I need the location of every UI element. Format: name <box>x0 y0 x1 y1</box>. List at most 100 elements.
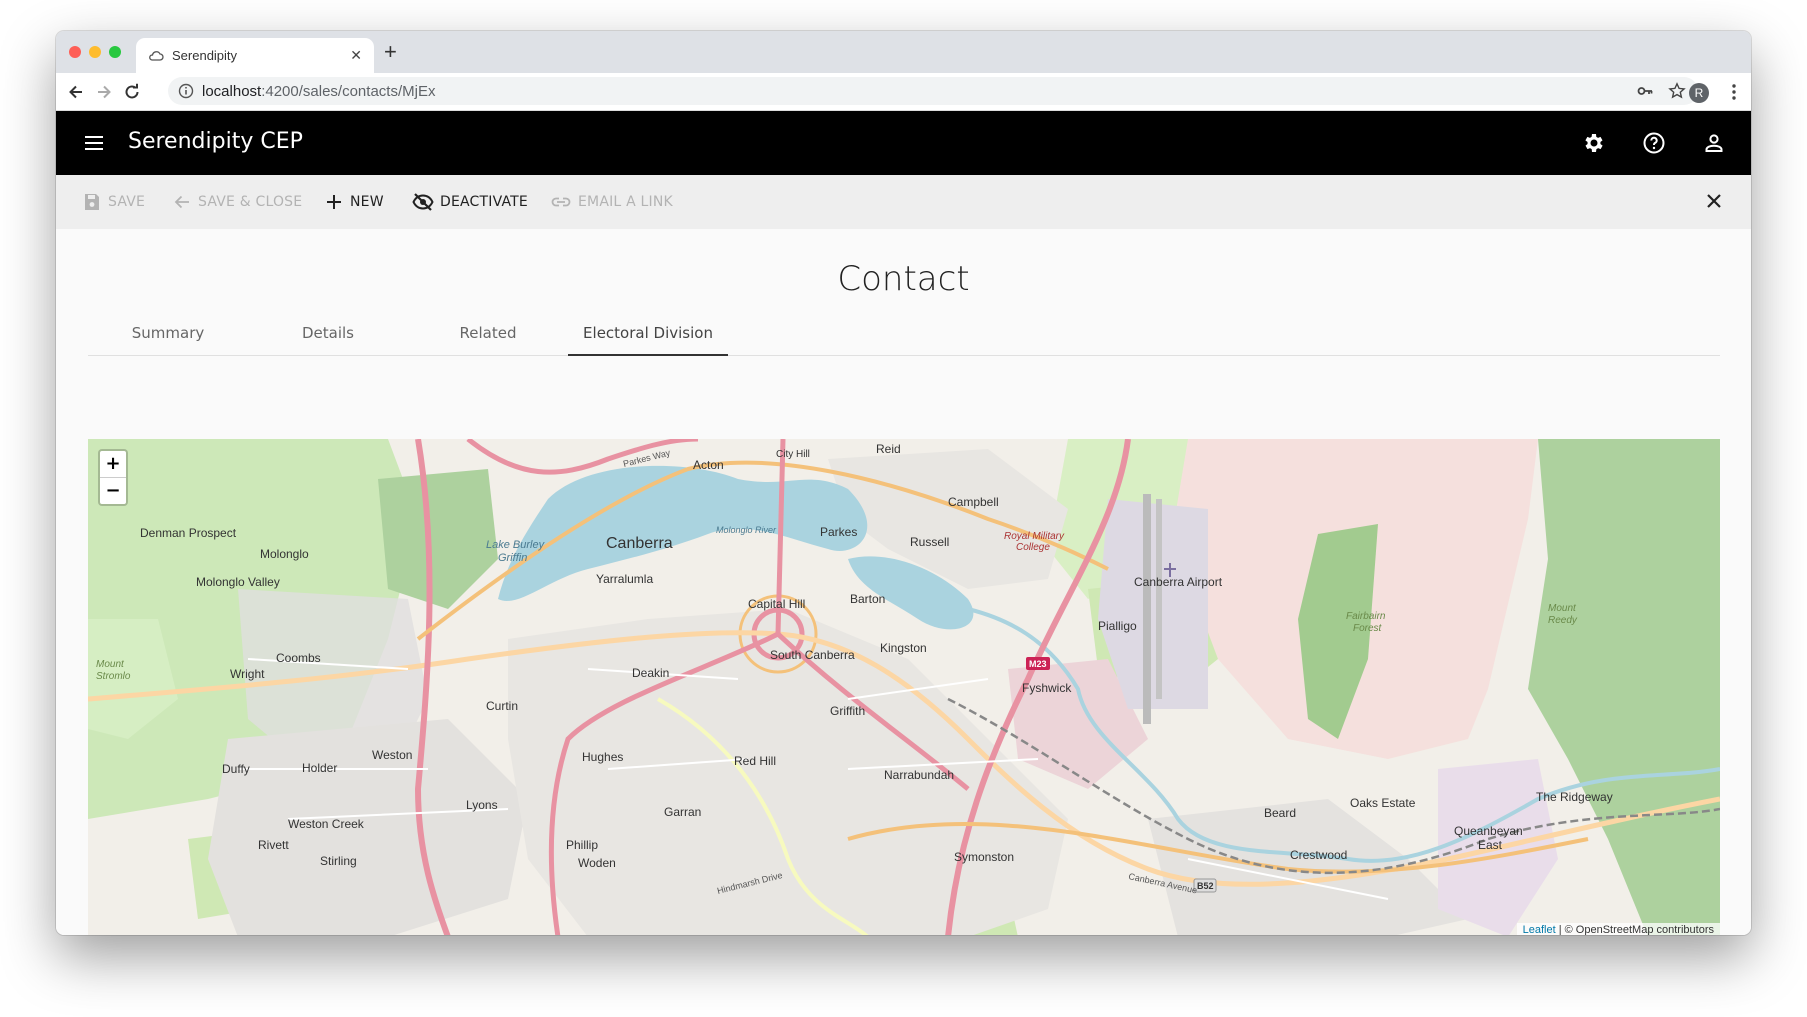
back-icon[interactable] <box>64 80 88 104</box>
svg-text:Russell: Russell <box>910 535 949 549</box>
svg-text:Reid: Reid <box>876 442 901 456</box>
app-title: Serendipity CEP <box>128 129 303 154</box>
minimize-window-button[interactable] <box>89 46 101 58</box>
leaflet-link[interactable]: Leaflet <box>1523 924 1556 935</box>
svg-text:Rivett: Rivett <box>258 838 289 852</box>
svg-text:Molonglo Valley: Molonglo Valley <box>196 575 280 589</box>
browser-window: Serendipity ✕ + localhost:4200/sales/con… <box>56 31 1751 935</box>
svg-text:The Ridgeway: The Ridgeway <box>1536 790 1613 804</box>
address-bar[interactable]: localhost:4200/sales/contacts/MjEx <box>168 77 1698 105</box>
svg-text:Garran: Garran <box>664 805 701 819</box>
svg-text:Symonston: Symonston <box>954 850 1014 864</box>
svg-text:Campbell: Campbell <box>948 495 999 509</box>
link-icon <box>551 197 571 207</box>
svg-text:Hindmarsh Drive: Hindmarsh Drive <box>716 870 783 896</box>
contact-tabs: Summary Details Related Electoral Divisi… <box>88 311 1720 356</box>
bookmark-star-icon[interactable] <box>1668 82 1686 100</box>
cloud-icon <box>148 48 164 64</box>
plus-icon <box>327 195 341 209</box>
tab-close-icon[interactable]: ✕ <box>350 47 362 64</box>
contact-form: Contact Summary Details Related Electora… <box>56 229 1751 935</box>
close-window-button[interactable] <box>69 46 81 58</box>
profile-avatar[interactable]: R <box>1689 83 1709 103</box>
new-label: NEW <box>350 194 384 210</box>
svg-text:Acton: Acton <box>693 458 724 472</box>
new-button[interactable]: NEW <box>324 190 384 214</box>
svg-text:Duffy: Duffy <box>222 762 250 776</box>
svg-text:Yarralumla: Yarralumla <box>596 572 653 586</box>
visibility-off-icon <box>412 193 434 211</box>
help-icon[interactable] <box>1642 131 1666 155</box>
zoom-out-button[interactable]: − <box>100 477 126 504</box>
svg-text:Parkes Way: Parkes Way <box>622 447 672 468</box>
arrow-left-icon <box>174 195 189 209</box>
tab-summary[interactable]: Summary <box>88 311 248 355</box>
svg-text:Parkes: Parkes <box>820 525 857 539</box>
electoral-division-map[interactable]: Reid Acton City Hill Campbell Canberra P… <box>88 439 1720 935</box>
deactivate-label: DEACTIVATE <box>440 194 528 210</box>
svg-text:Lyons: Lyons <box>466 798 498 812</box>
browser-tab[interactable]: Serendipity ✕ <box>136 38 374 73</box>
svg-text:Forest: Forest <box>1353 623 1383 634</box>
svg-text:East: East <box>1478 838 1503 852</box>
svg-text:South Canberra: South Canberra <box>770 648 855 662</box>
svg-text:Lake Burley: Lake Burley <box>486 539 546 551</box>
svg-text:Coombs: Coombs <box>276 651 321 665</box>
svg-text:Barton: Barton <box>850 592 885 606</box>
settings-icon[interactable] <box>1582 131 1606 155</box>
svg-text:Hughes: Hughes <box>582 750 623 764</box>
svg-text:Red Hill: Red Hill <box>734 754 776 768</box>
save-close-label: SAVE & CLOSE <box>198 194 303 210</box>
svg-text:Curtin: Curtin <box>486 699 518 713</box>
email-link-button[interactable]: EMAIL A LINK <box>550 190 673 214</box>
maximize-window-button[interactable] <box>109 46 121 58</box>
svg-text:Griffith: Griffith <box>830 704 865 718</box>
browser-menu-icon[interactable] <box>1731 82 1737 102</box>
reload-icon[interactable] <box>120 80 144 104</box>
deactivate-button[interactable]: DEACTIVATE <box>412 190 528 214</box>
browser-tab-strip: Serendipity ✕ + <box>56 31 1751 73</box>
svg-text:Oaks Estate: Oaks Estate <box>1350 796 1416 810</box>
url-host: localhost <box>202 82 262 100</box>
svg-text:City Hill: City Hill <box>776 449 810 460</box>
key-icon[interactable] <box>1636 82 1654 100</box>
svg-text:College: College <box>1016 542 1050 553</box>
svg-text:Mount: Mount <box>1548 603 1577 614</box>
save-close-button[interactable]: SAVE & CLOSE <box>172 190 302 214</box>
svg-text:Wright: Wright <box>230 667 265 681</box>
tab-related[interactable]: Related <box>408 311 568 355</box>
tab-title: Serendipity <box>172 48 238 63</box>
tab-electoral-division[interactable]: Electoral Division <box>568 311 728 356</box>
svg-text:M23: M23 <box>1029 659 1047 669</box>
app-header: Serendipity CEP <box>56 111 1751 175</box>
svg-text:Denman Prospect: Denman Prospect <box>140 526 237 540</box>
save-label: SAVE <box>108 194 146 210</box>
map-labels: Reid Acton City Hill Campbell Canberra P… <box>96 442 1613 896</box>
svg-text:Molonglo: Molonglo <box>260 547 309 561</box>
zoom-in-button[interactable]: + <box>100 451 126 477</box>
account-icon[interactable] <box>1702 131 1726 155</box>
svg-text:Canberra Airport: Canberra Airport <box>1134 575 1223 589</box>
tab-details[interactable]: Details <box>248 311 408 355</box>
svg-text:Queanbeyan: Queanbeyan <box>1454 824 1523 838</box>
svg-text:Deakin: Deakin <box>632 666 669 680</box>
svg-text:Holder: Holder <box>302 761 337 775</box>
svg-text:Reedy: Reedy <box>1548 615 1578 626</box>
svg-text:Capital Hill: Capital Hill <box>748 597 805 611</box>
forward-icon[interactable] <box>92 80 116 104</box>
email-link-label: EMAIL A LINK <box>578 194 673 210</box>
close-icon[interactable] <box>1705 192 1723 210</box>
save-button[interactable]: SAVE <box>82 190 145 214</box>
svg-text:Narrabundah: Narrabundah <box>884 768 954 782</box>
svg-text:Crestwood: Crestwood <box>1290 848 1347 862</box>
osm-attribution: | © OpenStreetMap contributors <box>1555 924 1714 935</box>
svg-text:Stirling: Stirling <box>320 854 357 868</box>
browser-toolbar: localhost:4200/sales/contacts/MjEx R <box>56 73 1751 111</box>
hamburger-menu-icon[interactable] <box>82 131 106 155</box>
svg-text:Beard: Beard <box>1264 806 1296 820</box>
new-tab-icon[interactable]: + <box>384 41 397 63</box>
svg-text:Mount: Mount <box>96 659 125 670</box>
info-icon[interactable] <box>178 83 194 99</box>
map-zoom-control: + − <box>98 449 128 506</box>
save-icon <box>85 194 99 210</box>
